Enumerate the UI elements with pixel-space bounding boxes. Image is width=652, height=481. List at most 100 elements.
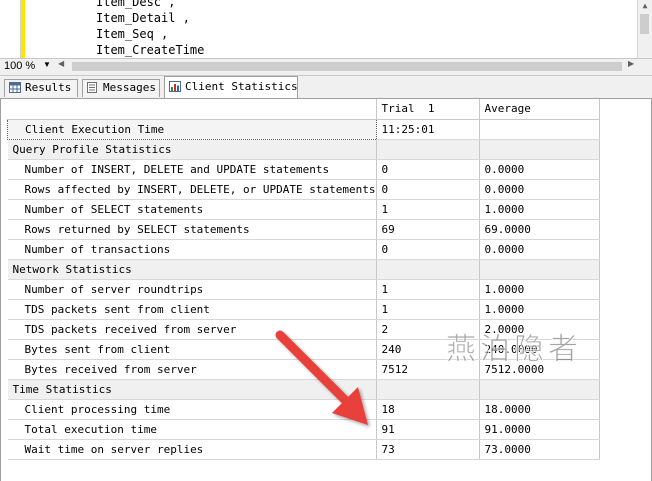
chevron-down-icon[interactable]: ▼: [43, 60, 51, 69]
row-label[interactable]: Client processing time: [7, 399, 377, 420]
row-label[interactable]: Time Statistics: [7, 379, 377, 400]
row-label[interactable]: TDS packets sent from client: [7, 299, 377, 320]
table-row[interactable]: TDS packets sent from client 1 →1.0000: [7, 299, 600, 320]
average-value[interactable]: [479, 379, 600, 400]
code-line: Item_CreateTime: [96, 43, 205, 57]
zoom-select[interactable]: 100 %: [4, 60, 35, 72]
row-label[interactable]: Number of SELECT statements: [7, 199, 377, 220]
average-value[interactable]: →18.0000: [479, 399, 600, 420]
result-tabs: Results Messages Client Statistics: [0, 76, 652, 99]
table-row[interactable]: Wait time on server replies 73 →73.0000: [7, 439, 600, 460]
average-value-text: 0.0000: [484, 182, 525, 196]
average-value[interactable]: →1.0000: [479, 199, 600, 220]
horizontal-scroll-thumb[interactable]: [72, 62, 622, 71]
row-label[interactable]: Total execution time: [7, 419, 377, 440]
trial-value[interactable]: 1: [376, 199, 480, 220]
trend-arrow-icon: →: [479, 303, 483, 316]
table-row[interactable]: Number of server roundtrips 1 →1.0000: [7, 279, 600, 300]
row-label[interactable]: Number of server roundtrips: [7, 279, 377, 300]
client-statistics-grid[interactable]: Trial 1 Average Client Execution Time 11:…: [0, 99, 652, 481]
average-value[interactable]: →7512.0000: [479, 359, 600, 380]
trial-value[interactable]: 2: [376, 319, 480, 340]
header-average[interactable]: Average: [479, 99, 600, 120]
trial-value[interactable]: 91: [376, 419, 480, 440]
row-label[interactable]: Rows affected by INSERT, DELETE, or UPDA…: [7, 179, 377, 200]
trial-value[interactable]: [376, 379, 480, 400]
trend-arrow-icon: →: [479, 423, 483, 436]
editor-code[interactable]: Item_Desc , Item_Detail , Item_Seq , Item_C…: [96, 0, 204, 58]
vertical-scrollbar[interactable]: ▲: [637, 0, 652, 58]
average-value[interactable]: →91.0000: [479, 419, 600, 440]
average-value[interactable]: [479, 119, 600, 140]
row-label[interactable]: Rows returned by SELECT statements: [7, 219, 377, 240]
trial-value[interactable]: 0: [376, 239, 480, 260]
scroll-right-icon[interactable]: ▶: [628, 59, 634, 68]
trial-value[interactable]: 1: [376, 279, 480, 300]
group-row[interactable]: Query Profile Statistics: [7, 139, 600, 160]
trial-value[interactable]: 69: [376, 219, 480, 240]
average-value[interactable]: →1.0000: [479, 299, 600, 320]
trial-value[interactable]: 1: [376, 299, 480, 320]
trial-value[interactable]: 240: [376, 339, 480, 360]
table-header-row: Trial 1 Average: [7, 99, 600, 120]
average-value[interactable]: →69.0000: [479, 219, 600, 240]
row-label[interactable]: Wait time on server replies: [7, 439, 377, 460]
scroll-left-icon[interactable]: ◀: [58, 59, 64, 68]
scroll-up-icon[interactable]: ▲: [639, 0, 651, 12]
table-row[interactable]: TDS packets received from server 2 →2.0000: [7, 319, 600, 340]
table-row[interactable]: Client processing time 18 →18.0000: [7, 399, 600, 420]
trial-value[interactable]: 7512: [376, 359, 480, 380]
average-value-text: 0.0000: [484, 162, 525, 176]
trial-value[interactable]: 73: [376, 439, 480, 460]
average-value[interactable]: →2.0000: [479, 319, 600, 340]
trial-value[interactable]: 0: [376, 159, 480, 180]
average-value[interactable]: →0.0000: [479, 179, 600, 200]
table-row[interactable]: Number of transactions 0 →0.0000: [7, 239, 600, 260]
trial-value-text: 2: [381, 322, 389, 336]
trial-value[interactable]: [376, 139, 480, 160]
table-row[interactable]: Total execution time 91 →91.0000: [7, 419, 600, 440]
group-row[interactable]: Time Statistics: [7, 379, 600, 400]
average-value[interactable]: →0.0000: [479, 239, 600, 260]
table-row[interactable]: Client Execution Time 11:25:01: [7, 118, 600, 140]
average-value-text: 0.0000: [484, 242, 525, 256]
change-margin: [21, 0, 25, 58]
average-value[interactable]: [479, 139, 600, 160]
trial-value-text: 0: [381, 162, 389, 176]
average-value[interactable]: →1.0000: [479, 279, 600, 300]
average-value[interactable]: →240.0000: [479, 339, 600, 360]
tab-results[interactable]: Results: [4, 79, 78, 97]
table-row[interactable]: Bytes received from server 7512 →7512.0000: [7, 359, 600, 380]
row-label[interactable]: Bytes sent from client: [7, 339, 377, 360]
row-label[interactable]: Number of INSERT, DELETE and UPDATE stat…: [7, 159, 377, 180]
tab-client-statistics[interactable]: Client Statistics: [164, 76, 298, 98]
table-row[interactable]: Bytes sent from client 240 →240.0000: [7, 339, 600, 360]
trial-value[interactable]: 18: [376, 399, 480, 420]
table-row[interactable]: Rows returned by SELECT statements 69 →69.…: [7, 219, 600, 240]
trend-arrow-icon: →: [479, 283, 483, 296]
sql-editor[interactable]: Item_Desc , Item_Detail , Item_Seq , Item_C…: [0, 0, 652, 58]
table-row[interactable]: Number of SELECT statements 1 →1.0000: [7, 199, 600, 220]
average-value[interactable]: →0.0000: [479, 159, 600, 180]
header-trial[interactable]: Trial 1: [376, 99, 480, 120]
average-value-text: 1.0000: [484, 282, 525, 296]
average-value[interactable]: [479, 259, 600, 280]
trial-value-text: 1: [381, 202, 389, 216]
group-row[interactable]: Network Statistics: [7, 259, 600, 280]
trial-value[interactable]: [376, 259, 480, 280]
trial-value[interactable]: 11:25:01: [376, 119, 480, 140]
row-label[interactable]: Network Statistics: [7, 259, 377, 280]
trial-value[interactable]: 0: [376, 179, 480, 200]
average-value[interactable]: →73.0000: [479, 439, 600, 460]
table-row[interactable]: Rows affected by INSERT, DELETE, or UPDA…: [7, 179, 600, 200]
row-label[interactable]: Query Profile Statistics: [7, 139, 377, 160]
trial-value-text: 0: [381, 242, 389, 256]
tab-messages[interactable]: Messages: [82, 79, 160, 97]
row-label[interactable]: Number of transactions: [7, 239, 377, 260]
row-label[interactable]: TDS packets received from server: [7, 319, 377, 340]
row-label[interactable]: Client Execution Time: [7, 118, 377, 140]
code-line: Item_Seq ,: [96, 27, 169, 41]
scroll-thumb[interactable]: [640, 14, 649, 34]
table-row[interactable]: Number of INSERT, DELETE and UPDATE stat…: [7, 159, 600, 180]
row-label[interactable]: Bytes received from server: [7, 359, 377, 380]
